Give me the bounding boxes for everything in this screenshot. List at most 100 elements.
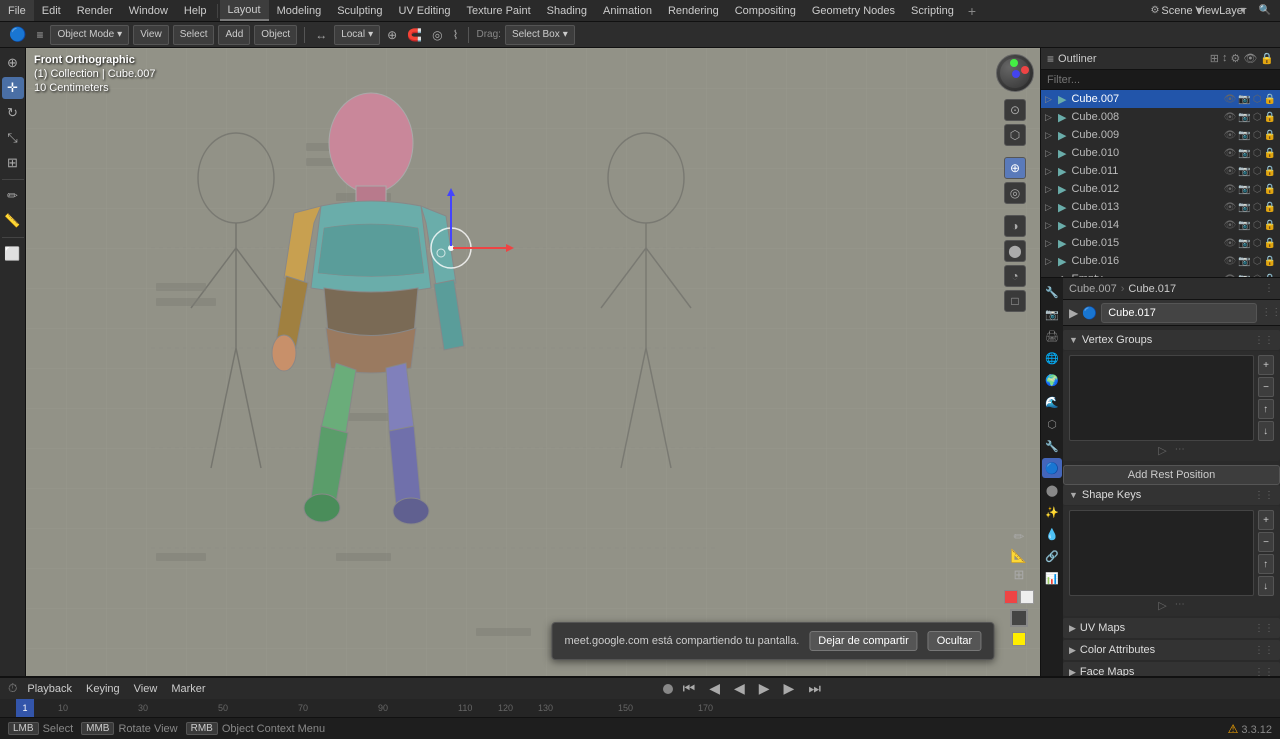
navigation-gizmo[interactable] — [996, 54, 1034, 92]
eye-icon-5[interactable]: 👁 — [1224, 184, 1237, 195]
viewport-shading-rendered[interactable]: ⬤ — [1004, 240, 1026, 262]
render-icon-5[interactable]: 📷 — [1238, 184, 1250, 195]
eye-icon-8[interactable]: 👁 — [1224, 238, 1237, 249]
vertex-groups-pin[interactable]: ⋮⋮ — [1254, 335, 1274, 346]
tab-shading[interactable]: Shading — [539, 0, 595, 21]
eye-icon-2[interactable]: 👁 — [1224, 130, 1237, 141]
transform-icon[interactable]: ↔ — [312, 28, 330, 42]
timeline-playback-menu[interactable]: Playback — [23, 683, 76, 695]
prop-tab-scene2[interactable]: 🌍 — [1042, 370, 1062, 390]
next-frame-button[interactable]: ▶ — [780, 680, 799, 697]
face-maps-header[interactable]: ▶ Face Maps ⋮⋮ — [1063, 662, 1280, 676]
outliner-item-cube-016[interactable]: ▷▶Cube.016👁📷⬡🔒 — [1041, 252, 1280, 270]
eye-icon-1[interactable]: 👁 — [1224, 112, 1237, 123]
prop-tab-modifier[interactable]: 🔧 — [1042, 436, 1062, 456]
tab-layout[interactable]: Layout — [220, 0, 269, 21]
outliner-item-cube-012[interactable]: ▷▶Cube.012👁📷⬡🔒 — [1041, 180, 1280, 198]
render-icon-6[interactable]: 📷 — [1238, 202, 1250, 213]
eye-icon-7[interactable]: 👁 — [1224, 220, 1237, 231]
viewport-icon-9[interactable]: ⬡ — [1253, 256, 1262, 267]
select-icon-4[interactable]: 🔒 — [1264, 166, 1276, 177]
eye-icon-3[interactable]: 👁 — [1224, 148, 1237, 159]
outliner-filter-icon[interactable]: ⊞ — [1210, 52, 1219, 65]
face-maps-pin[interactable]: ⋮⋮ — [1254, 667, 1274, 677]
scale-tool[interactable]: ⤡ — [2, 127, 24, 149]
prop-tab-view-layer[interactable]: 🌐 — [1042, 348, 1062, 368]
vertex-groups-up[interactable]: ↑ — [1258, 399, 1274, 419]
select-icon-6[interactable]: 🔒 — [1264, 202, 1276, 213]
tab-scripting[interactable]: Scripting — [903, 0, 962, 21]
timeline-keying-menu[interactable]: Keying — [82, 683, 124, 695]
color-swatch-2[interactable] — [1020, 590, 1034, 604]
viewport-shading-wire[interactable]: □ — [1004, 290, 1026, 312]
outliner-search-input[interactable] — [1041, 70, 1280, 90]
outliner-sort-icon[interactable]: ↕ — [1222, 52, 1228, 65]
prop-tab-constraints[interactable]: 🔗 — [1042, 546, 1062, 566]
viewport-icon-2[interactable]: ⬡ — [1253, 130, 1262, 141]
move-tool[interactable]: ✛ — [2, 77, 24, 99]
object-mode-dropdown[interactable]: Object Mode ▾ — [50, 25, 129, 45]
select-icon-8[interactable]: 🔒 — [1264, 238, 1276, 249]
viewlayer-dropdown[interactable]: ▾ — [1234, 2, 1252, 20]
snap-toggle[interactable]: 🧲 — [404, 28, 425, 42]
timeline-marker-menu[interactable]: Marker — [167, 683, 209, 695]
select-menu[interactable]: Select — [173, 25, 215, 45]
render-icon-7[interactable]: 📷 — [1238, 220, 1250, 231]
sk-more-icon[interactable]: ⋯ — [1175, 599, 1185, 612]
add-workspace-button[interactable]: + — [962, 3, 982, 19]
jump-start-button[interactable]: ⏮ — [679, 680, 700, 697]
timeline-ruler[interactable]: 1 10 30 50 70 90 110 120 130 150 170 1 — [0, 699, 1280, 717]
tab-texture-paint[interactable]: Texture Paint — [458, 0, 538, 21]
select-icon-7[interactable]: 🔒 — [1264, 220, 1276, 231]
outliner-item-cube-010[interactable]: ▷▶Cube.010👁📷⬡🔒 — [1041, 144, 1280, 162]
record-button[interactable] — [663, 684, 673, 694]
outliner-visibility-icon[interactable]: 👁 — [1243, 52, 1257, 65]
menu-edit[interactable]: Edit — [34, 0, 69, 21]
render-icon-8[interactable]: 📷 — [1238, 238, 1250, 249]
viewlayer-selector[interactable]: ViewLayer — [1212, 2, 1230, 20]
jump-end-button[interactable]: ⏭ — [804, 680, 825, 697]
tab-rendering[interactable]: Rendering — [660, 0, 727, 21]
prop-tab-output[interactable]: 🖨 — [1042, 326, 1062, 346]
render-icon-2[interactable]: 📷 — [1238, 130, 1250, 141]
prop-tab-data[interactable]: 🔵 — [1042, 458, 1062, 478]
outliner-item-cube-013[interactable]: ▷▶Cube.013👁📷⬡🔒 — [1041, 198, 1280, 216]
object-name-settings[interactable]: ⋮⋮ — [1261, 307, 1280, 318]
menu-help[interactable]: Help — [176, 0, 215, 21]
toolbar-expand[interactable]: ≡ — [33, 28, 46, 42]
outliner-settings-icon[interactable]: ⚙ — [1230, 52, 1240, 65]
cursor-tool[interactable]: ⊕ — [2, 52, 24, 74]
viewport-icon-4[interactable]: ⬡ — [1253, 166, 1262, 177]
prop-tab-render[interactable]: 📷 — [1042, 304, 1062, 324]
select-icon-2[interactable]: 🔒 — [1264, 130, 1276, 141]
prop-tab-material[interactable]: ⬤ — [1042, 480, 1062, 500]
add-menu[interactable]: Add — [218, 25, 250, 45]
viewport-overlay-toggle[interactable]: ⊕ — [1004, 157, 1026, 179]
viewport-icon-0[interactable]: ⬡ — [1253, 94, 1262, 105]
timeline-view-menu[interactable]: View — [130, 683, 162, 695]
prev-frame-button[interactable]: ◀ — [705, 680, 724, 697]
eye-icon-4[interactable]: 👁 — [1224, 166, 1237, 177]
shape-key-down[interactable]: ↓ — [1258, 576, 1274, 596]
tool-icon-annotate[interactable]: ✏ — [1014, 529, 1025, 545]
add-cube-tool[interactable]: ⬜ — [2, 243, 24, 265]
eye-icon-9[interactable]: 👁 — [1224, 256, 1237, 267]
secondary-color-swatch[interactable] — [1012, 632, 1026, 646]
tab-uv-editing[interactable]: UV Editing — [390, 0, 458, 21]
breadcrumb-settings[interactable]: ⋮ — [1264, 283, 1274, 294]
menu-window[interactable]: Window — [121, 0, 176, 21]
prop-tab-world[interactable]: 🌊 — [1042, 392, 1062, 412]
viewport-shading-solid[interactable]: ◔ — [1004, 265, 1026, 287]
eye-icon-0[interactable]: 👁 — [1224, 94, 1237, 105]
eye-icon-6[interactable]: 👁 — [1224, 202, 1237, 213]
tool-icon-grid[interactable]: ⊞ — [1014, 567, 1025, 583]
render-icon-4[interactable]: 📷 — [1238, 166, 1250, 177]
tool-icon-measure[interactable]: 📐 — [1011, 548, 1027, 564]
prop-tab-scene[interactable]: 🔧 — [1042, 282, 1062, 302]
color-attributes-header[interactable]: ▶ Color Attributes ⋮⋮ — [1063, 640, 1280, 660]
viewport[interactable]: Front Orthographic (1) Collection | Cube… — [26, 48, 1040, 676]
viewport-perspective-toggle[interactable]: ⊙ — [1004, 99, 1026, 121]
tab-geometry-nodes[interactable]: Geometry Nodes — [804, 0, 903, 21]
orientation-dropdown[interactable]: Local ▾ — [334, 25, 380, 45]
tab-sculpting[interactable]: Sculpting — [329, 0, 390, 21]
